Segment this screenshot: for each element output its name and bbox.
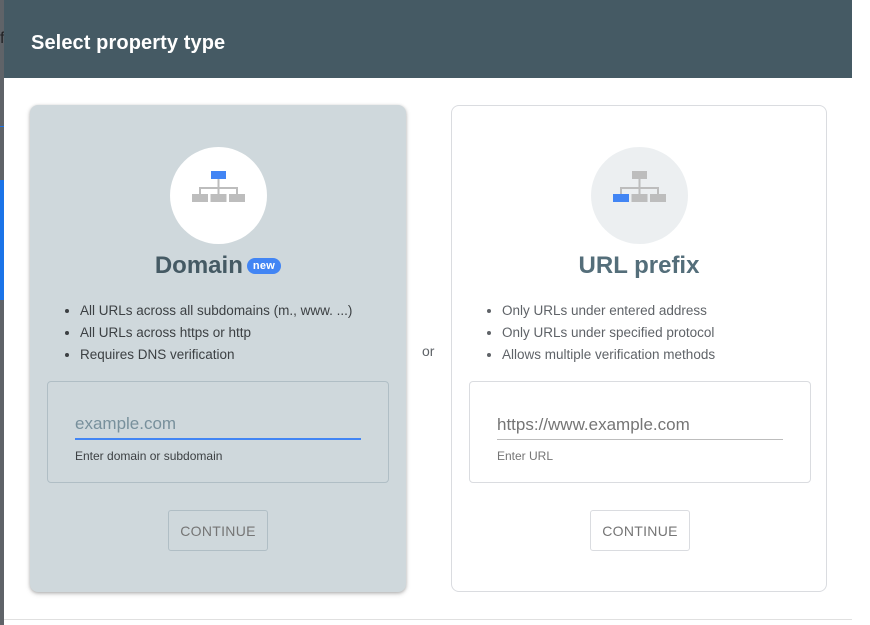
url-input-helper: Enter URL [497,449,554,463]
url-prefix-card-title: URL prefix [578,252,700,279]
select-property-dialog: Select property type Domainnew All URLs … [4,0,852,625]
dialog-header: Select property type [4,0,852,78]
domain-property-card[interactable]: Domainnew All URLs across all subdomains… [30,105,406,592]
or-separator: or [422,343,435,359]
feature-item: Only URLs under entered address [502,300,715,322]
url-prefix-icon-circle [591,147,688,244]
feature-item: All URLs across https or http [80,322,352,344]
domain-card-title: Domain new [30,252,406,280]
domain-icon-circle [170,147,267,244]
domain-title-text: Domain [154,252,243,279]
domain-feature-list: All URLs across all subdomains (m., www.… [62,300,352,366]
domain-continue-button[interactable]: CONTINUE [168,510,268,551]
url-prefix-continue-button[interactable]: CONTINUE [590,510,690,551]
url-input[interactable] [497,410,783,440]
domain-input-box: Enter domain or subdomain [47,381,389,483]
feature-item: Allows multiple verification methods [502,344,715,366]
dialog-footer-divider [4,619,852,620]
sitemap-icon [192,171,245,202]
new-badge: new [246,258,282,274]
url-prefix-feature-list: Only URLs under entered address Only URL… [484,300,715,366]
dialog-title: Select property type [31,32,226,54]
domain-input[interactable] [75,410,361,440]
feature-item: Only URLs under specified protocol [502,322,715,344]
feature-item: Requires DNS verification [80,344,352,366]
url-input-box: Enter URL [469,381,811,483]
domain-input-helper: Enter domain or subdomain [75,449,223,463]
sitemap-icon [613,171,666,202]
url-prefix-property-card[interactable]: URL prefix Only URLs under entered addre… [451,105,827,592]
feature-item: All URLs across all subdomains (m., www.… [80,300,352,322]
